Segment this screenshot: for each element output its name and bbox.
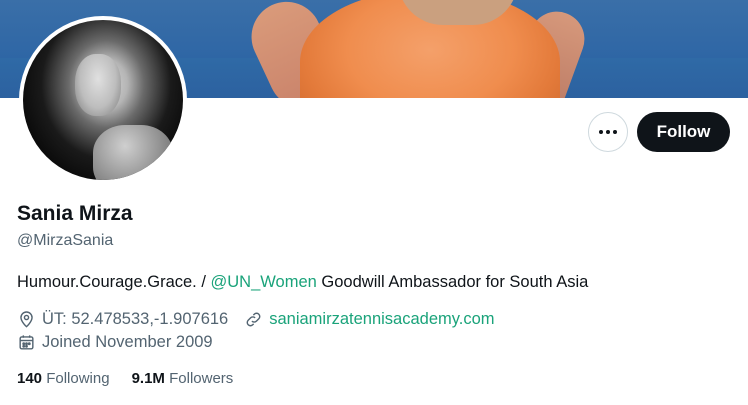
more-horizontal-icon (599, 130, 617, 134)
avatar-shoulder (93, 125, 173, 180)
following-count: 140 (17, 370, 43, 387)
followers-count: 9.1M (131, 370, 165, 387)
following-label: Following (46, 370, 110, 387)
profile-name: Sania Mirza (17, 202, 133, 225)
link-icon (246, 312, 261, 327)
following-stat[interactable]: 140 Following (17, 370, 110, 387)
profile-meta-row: ÜT: 52.478533,-1.907616 saniamirzatennis… (17, 310, 495, 329)
avatar-face (75, 54, 121, 116)
bio-mention-link[interactable]: @UN_Women (211, 273, 317, 291)
bio-text-start: Humour.Courage.Grace. / (17, 273, 211, 291)
followers-stat[interactable]: 9.1M Followers (132, 370, 234, 387)
profile-bio: Humour.Courage.Grace. / @UN_Women Goodwi… (17, 273, 588, 292)
profile-joined-row: Joined November 2009 (17, 333, 213, 352)
calendar-icon (19, 335, 34, 350)
website-wrap: saniamirzatennisacademy.com (244, 310, 495, 329)
avatar-image (23, 20, 183, 180)
avatar[interactable] (19, 16, 187, 184)
profile-location: ÜT: 52.478533,-1.907616 (42, 310, 229, 328)
follow-button[interactable]: Follow (637, 112, 730, 152)
profile-joined-date: Joined November 2009 (42, 333, 213, 351)
location-pin-icon (20, 311, 33, 328)
more-options-button[interactable] (588, 112, 628, 152)
profile-website-link[interactable]: saniamirzatennisacademy.com (269, 310, 494, 329)
followers-label: Followers (169, 370, 234, 387)
bio-text-end: Goodwill Ambassador for South Asia (316, 273, 589, 291)
profile-handle: @MirzaSania (17, 232, 114, 249)
profile-stats: 140 Following 9.1M Followers (17, 370, 233, 387)
